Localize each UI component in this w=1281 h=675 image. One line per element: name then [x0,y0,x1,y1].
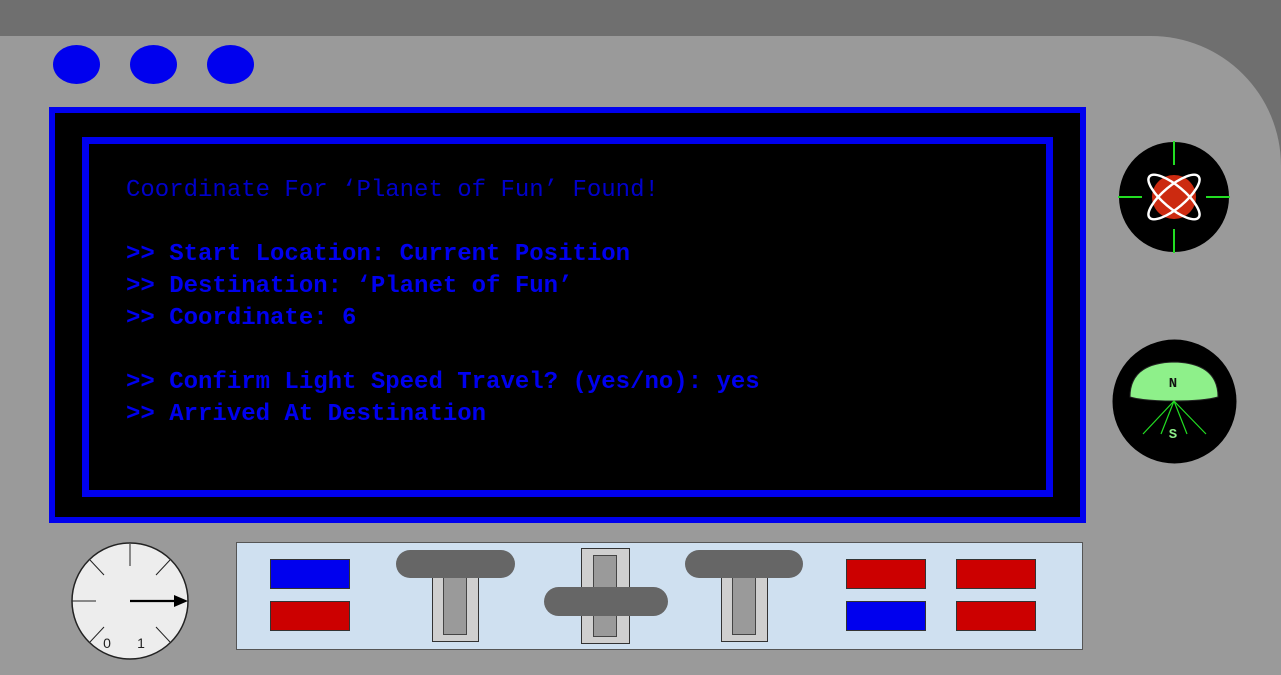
compass-north-label: N [1169,376,1177,392]
planet-radar-gauge [1118,141,1230,253]
lever-handle-2[interactable] [544,587,668,616]
lever-handle-3[interactable] [685,550,803,578]
left-red-button[interactable] [270,601,350,631]
left-blue-button[interactable] [270,559,350,589]
compass-gauge: N S [1112,339,1237,464]
right-blue-button-bottom-left[interactable] [846,601,926,631]
speed-dial-tick-0: 0 [103,635,111,651]
right-red-button-top-right[interactable] [956,559,1036,589]
indicator-light-2[interactable] [130,45,177,84]
terminal-line-coordinate: >> Coordinate: 6 [126,305,357,332]
terminal-line-destination: >> Destination: ‘Planet of Fun’ [126,273,573,300]
indicator-light-1[interactable] [53,45,100,84]
speed-dial-gauge: 0 1 [71,542,189,660]
lever-handle-1[interactable] [396,550,515,578]
right-red-button-bottom-right[interactable] [956,601,1036,631]
indicator-light-3[interactable] [207,45,254,84]
terminal-line-confirm: >> Confirm Light Speed Travel? (yes/no):… [126,369,760,396]
terminal-line-arrived: >> Arrived At Destination [126,401,487,428]
speed-dial-tick-1: 1 [137,635,145,651]
terminal-line-start: >> Start Location: Current Position [126,241,631,268]
compass-south-label: S [1169,427,1177,443]
right-red-button-top-left[interactable] [846,559,926,589]
terminal-title: Coordinate For ‘Planet of Fun’ Found! [126,177,659,204]
